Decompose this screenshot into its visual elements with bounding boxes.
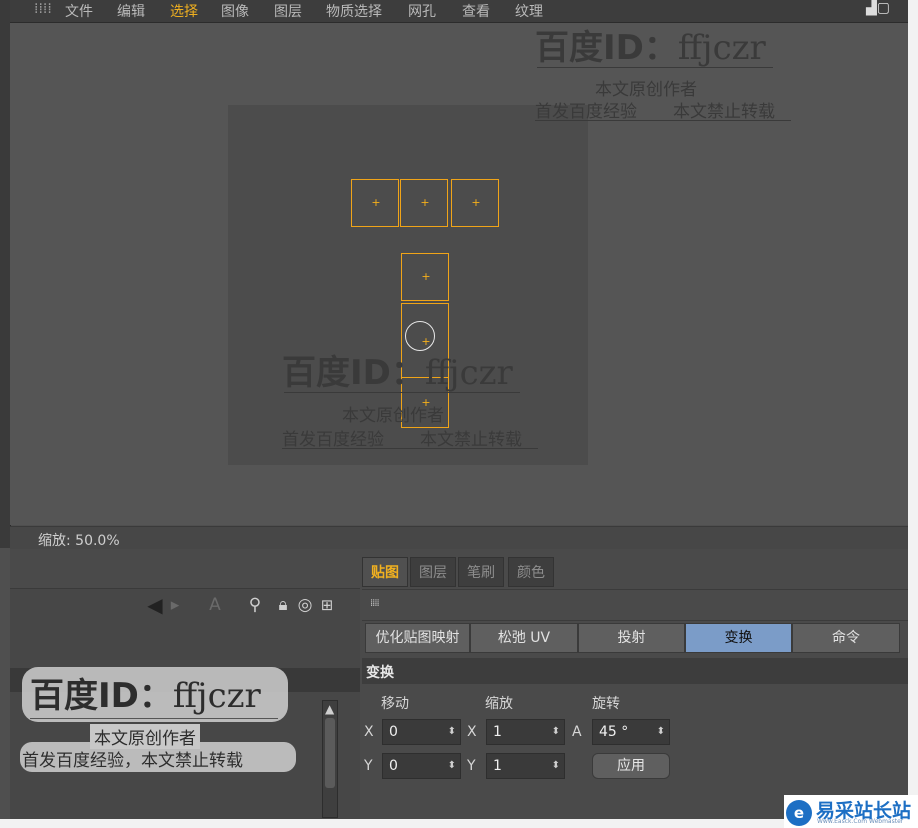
watermark-line2: 首发百度经验，本文禁止转载 [22, 751, 243, 771]
move-y-axis-label: Y [364, 758, 373, 774]
add-panel-icon[interactable]: ⊞ [317, 595, 337, 615]
text-a-icon[interactable]: A [205, 595, 225, 615]
tab-uv-map[interactable]: 贴图 [362, 557, 408, 587]
menu-bar: ⁞⁞⁞⁞ 文件 编辑 选择 图像 图层 物质选择 网孔 查看 纹理 ▟▢ [10, 0, 908, 23]
move-label: 移动 [381, 696, 409, 712]
spinner-icon[interactable]: ⬍ [657, 720, 665, 744]
scale-y-axis-label: Y [467, 758, 476, 774]
panel-toolbar: ⁞⁞⁞⁞ [362, 589, 908, 621]
watermark-id: ffjczr [677, 28, 766, 68]
transform-header-label: 变换 [366, 665, 394, 681]
move-x-value: 0 [389, 724, 398, 740]
optimize-uv-mapping-button[interactable]: 优化贴图映射 [365, 623, 470, 653]
relax-uv-button[interactable]: 松弛 UV [470, 623, 578, 653]
move-x-field[interactable]: 0 ⬍ [382, 719, 461, 745]
tab-brush[interactable]: 笔刷 [458, 557, 504, 587]
lock-icon[interactable]: 🔒︎ [273, 595, 293, 615]
watermark-line1: 本文原创作者 [342, 406, 444, 426]
menu-material-select[interactable]: 物质选择 [326, 1, 382, 21]
scale-x-field[interactable]: 1 ⬍ [486, 719, 565, 745]
uv-polygon[interactable]: + [451, 179, 499, 227]
logo-subtitle: Www.Easck.Com Webmaster [817, 818, 904, 825]
watermark-line2b: 本文禁止转载 [673, 102, 775, 122]
projection-button[interactable]: 投射 [578, 623, 685, 653]
watermark-rule [282, 448, 538, 449]
watermark-line2a: 首发百度经验 [535, 102, 637, 122]
watermark-rule [537, 67, 773, 68]
menu-select[interactable]: 选择 [170, 1, 198, 21]
watermark-id: ffjczr [424, 353, 513, 393]
left-panel-toolbar: ◀ ▸ A ⚲ 🔒︎ ◎ ⊞ [145, 595, 357, 617]
menu-mesh[interactable]: 网孔 [408, 1, 436, 21]
mode-button-row: 优化贴图映射 松弛 UV 投射 变换 命令 [365, 623, 900, 653]
grip-icon[interactable]: ⁞⁞⁞⁞ [370, 598, 384, 609]
watermark-rule [30, 718, 278, 719]
menu-layer[interactable]: 图层 [274, 1, 302, 21]
watermark: 百度ID：ffjczr 本文原创作者 首发百度经验 本文禁止转载 [282, 345, 538, 450]
polygon-center-icon: + [471, 196, 481, 209]
scale-label: 缩放 [485, 696, 513, 712]
spinner-icon[interactable]: ⬍ [448, 720, 456, 744]
move-x-axis-label: X [364, 724, 374, 740]
watermark-rule [535, 120, 791, 121]
menu-texture[interactable]: 纹理 [515, 1, 543, 21]
polygon-center-icon: + [371, 196, 381, 209]
scrollbar-thumb[interactable] [325, 718, 335, 788]
target-icon[interactable]: ◎ [295, 595, 315, 615]
tab-color[interactable]: 颜色 [508, 557, 554, 587]
polygon-center-icon: + [420, 196, 430, 209]
watermark-title: 百度ID： [535, 28, 678, 68]
rotate-a-axis-label: A [572, 724, 582, 740]
menu-image[interactable]: 图像 [221, 1, 249, 21]
scale-y-field[interactable]: 1 ⬍ [486, 753, 565, 779]
arrow-right-icon[interactable]: ▸ [165, 595, 185, 615]
polygon-center-icon: + [421, 270, 431, 283]
watermark-title: 百度ID： [30, 676, 173, 716]
watermark-rule [284, 392, 520, 393]
move-y-field[interactable]: 0 ⬍ [382, 753, 461, 779]
spinner-icon[interactable]: ⬍ [448, 754, 456, 778]
watermark-title: 百度ID： [282, 353, 425, 393]
watermark-line2b: 本文禁止转载 [420, 430, 522, 450]
scale-x-axis-label: X [467, 724, 477, 740]
uv-polygon[interactable]: + [401, 253, 449, 301]
spinner-icon[interactable]: ⬍ [552, 754, 560, 778]
watermark-line2a: 首发百度经验 [282, 430, 384, 450]
menu-edit[interactable]: 编辑 [117, 1, 145, 21]
watermark: 百度ID：ffjczr 本文原创作者 首发百度经验 本文禁止转载 [535, 20, 791, 122]
rotate-a-field[interactable]: 45 ° ⬍ [592, 719, 670, 745]
page-margin-right [908, 0, 918, 828]
tab-layers[interactable]: 图层 [410, 557, 456, 587]
transform-button[interactable]: 变换 [685, 623, 792, 653]
logo-icon: e [786, 800, 812, 826]
watermark-id: ffjczr [172, 676, 261, 716]
uv-polygon[interactable]: + [351, 179, 399, 227]
move-y-value: 0 [389, 758, 398, 774]
spinner-icon[interactable]: ⬍ [552, 720, 560, 744]
menu-view[interactable]: 查看 [462, 1, 490, 21]
menu-file[interactable]: 文件 [65, 1, 93, 21]
grip-icon: ⁞⁞⁞⁞ [34, 1, 52, 17]
scale-x-value: 1 [493, 724, 502, 740]
apply-button[interactable]: 应用 [592, 753, 670, 779]
arrow-left-icon[interactable]: ◀ [145, 595, 165, 615]
transform-section-header: 变换 [362, 658, 908, 684]
status-bar: 缩放: 50.0% [10, 526, 908, 549]
search-icon[interactable]: ⚲ [245, 595, 265, 615]
watermark: 百度ID：ffjczr 本文原创作者 首发百度经验，本文禁止转载 [22, 668, 278, 771]
uv-polygon[interactable]: + [400, 179, 448, 227]
scale-y-value: 1 [493, 758, 502, 774]
window-icon[interactable]: ▟▢ [866, 0, 890, 16]
page-margin-bottom [0, 819, 918, 828]
rotate-label: 旋转 [592, 696, 620, 712]
scroll-up-icon[interactable]: ▲ [325, 702, 334, 716]
command-button[interactable]: 命令 [792, 623, 900, 653]
rotate-a-value: 45 ° [599, 724, 629, 740]
zoom-level: 缩放: 50.0% [38, 533, 120, 549]
